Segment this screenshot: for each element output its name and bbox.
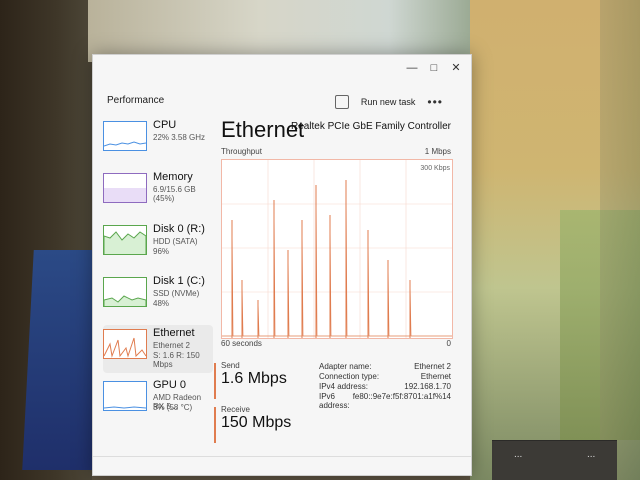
task-manager-window: — □ ✕ Performance Run new task ••• CPU 2…	[92, 54, 472, 476]
sidebar-item-label: Ethernet	[153, 327, 195, 339]
detail-value: Ethernet 2	[414, 362, 451, 371]
graph-time-axis: 60 seconds 0	[221, 339, 451, 348]
gpu-thumbnail	[103, 381, 147, 411]
sidebar-item-memory[interactable]: Memory 6.9/15.6 GB (45%)	[103, 169, 213, 217]
sidebar-item-sub2: 48%	[153, 299, 170, 308]
memory-thumbnail	[103, 173, 147, 203]
bottom-right-ellipsis: ...	[587, 449, 596, 460]
run-new-task-button[interactable]: Run new task	[361, 97, 416, 107]
detail-value: Ethernet	[420, 372, 451, 381]
background-landscape-top	[88, 0, 518, 62]
throughput-label: Throughput	[221, 147, 262, 156]
detail-row: Adapter name: Ethernet 2	[319, 362, 451, 371]
detail-key: IPv4 address:	[319, 382, 368, 391]
sidebar-item-label: GPU 0	[153, 379, 187, 391]
bottom-left-ellipsis: ...	[514, 449, 523, 460]
send-value: 1.6 Mbps	[221, 370, 287, 387]
run-task-icon	[334, 95, 349, 109]
throughput-graph: 300 Kbps	[221, 159, 453, 339]
sidebar-item-cpu[interactable]: CPU 22% 3.58 GHz	[103, 117, 213, 165]
status-bar	[93, 456, 471, 475]
detail-key: IPv6 address:	[319, 392, 350, 410]
receive-label: Receive	[221, 405, 250, 414]
sidebar-item-disk0[interactable]: Disk 0 (R:) HDD (SATA) 96%	[103, 221, 213, 269]
minimize-button[interactable]: —	[403, 61, 421, 75]
time-left-label: 60 seconds	[221, 339, 262, 348]
detail-row: IPv4 address: 192.168.1.70	[319, 382, 451, 391]
sidebar-item-ethernet[interactable]: Ethernet Ethernet 2 S: 1.6 R: 150 Mbps	[103, 325, 213, 373]
detail-value: 192.168.1.70	[404, 382, 451, 391]
screen: ... ... — □ ✕ Performance Run new task •…	[0, 0, 640, 480]
send-block: Send 1.6 Mbps	[214, 361, 311, 399]
cpu-thumbnail	[103, 121, 147, 151]
adapter-name: Realtek PCIe GbE Family Controller	[290, 121, 451, 132]
page-title: Performance	[107, 95, 165, 106]
send-indicator	[214, 363, 216, 399]
disk1-thumbnail	[103, 277, 147, 307]
disk0-thumbnail	[103, 225, 147, 255]
performance-sidebar: CPU 22% 3.58 GHz Memory 6.9/15.6 GB (45%…	[93, 117, 213, 457]
receive-block: Receive 150 Mbps	[214, 405, 311, 443]
sidebar-item-label: Disk 0 (R:)	[153, 223, 205, 235]
sidebar-item-sub: 6.9/15.6 GB (45%)	[153, 185, 196, 203]
scale-label: 1 Mbps	[424, 147, 451, 156]
sidebar-item-sub: 22% 3.58 GHz	[153, 133, 206, 142]
ethernet-panel: Ethernet Realtek PCIe GbE Family Control…	[214, 117, 453, 457]
receive-indicator	[214, 407, 216, 443]
taskbar-right	[600, 0, 640, 480]
maximize-button[interactable]: □	[425, 61, 443, 75]
sidebar-item-label: Memory	[153, 171, 193, 183]
sidebar-item-gpu[interactable]: GPU 0 AMD Radeon RX 5... 3% (58 °C)	[103, 377, 213, 425]
ethernet-thumbnail	[103, 329, 147, 359]
toolbar: Run new task •••	[334, 95, 443, 109]
sidebar-item-disk1[interactable]: Disk 1 (C:) SSD (NVMe) 48%	[103, 273, 213, 321]
close-button[interactable]: ✕	[447, 61, 465, 75]
send-label: Send	[221, 361, 240, 370]
bottom-strip: ... ...	[492, 440, 617, 480]
sidebar-item-label: Disk 1 (C:)	[153, 275, 205, 287]
detail-key: Connection type:	[319, 372, 380, 381]
detail-key: Adapter name:	[319, 362, 372, 371]
time-right-label: 0	[446, 339, 451, 348]
sidebar-item-sub: HDD (SATA)	[153, 237, 198, 246]
ethernet-stats: Send 1.6 Mbps Receive 150 Mbps Adapter n…	[214, 361, 451, 451]
adapter-details: Adapter name: Ethernet 2 Connection type…	[319, 361, 451, 411]
detail-row: IPv6 address: fe80::9e7e:f5f:8701:a1f%14	[319, 392, 451, 410]
sidebar-item-sub2: 3% (58 °C)	[153, 403, 193, 412]
more-options-icon[interactable]: •••	[427, 95, 443, 109]
sidebar-item-label: CPU	[153, 119, 177, 131]
sidebar-item-sub: Ethernet 2	[153, 341, 190, 350]
graph-top-label: 300 Kbps	[420, 165, 450, 172]
detail-row: Connection type: Ethernet	[319, 372, 451, 381]
detail-value: fe80::9e7e:f5f:8701:a1f%14	[352, 392, 451, 401]
sidebar-item-sub2: S: 1.6 R: 150 Mbps	[153, 351, 200, 369]
receive-value: 150 Mbps	[221, 414, 292, 431]
sidebar-item-sub: SSD (NVMe)	[153, 289, 200, 298]
sidebar-item-sub2: 96%	[153, 247, 170, 256]
title-bar: — □ ✕	[93, 55, 471, 81]
